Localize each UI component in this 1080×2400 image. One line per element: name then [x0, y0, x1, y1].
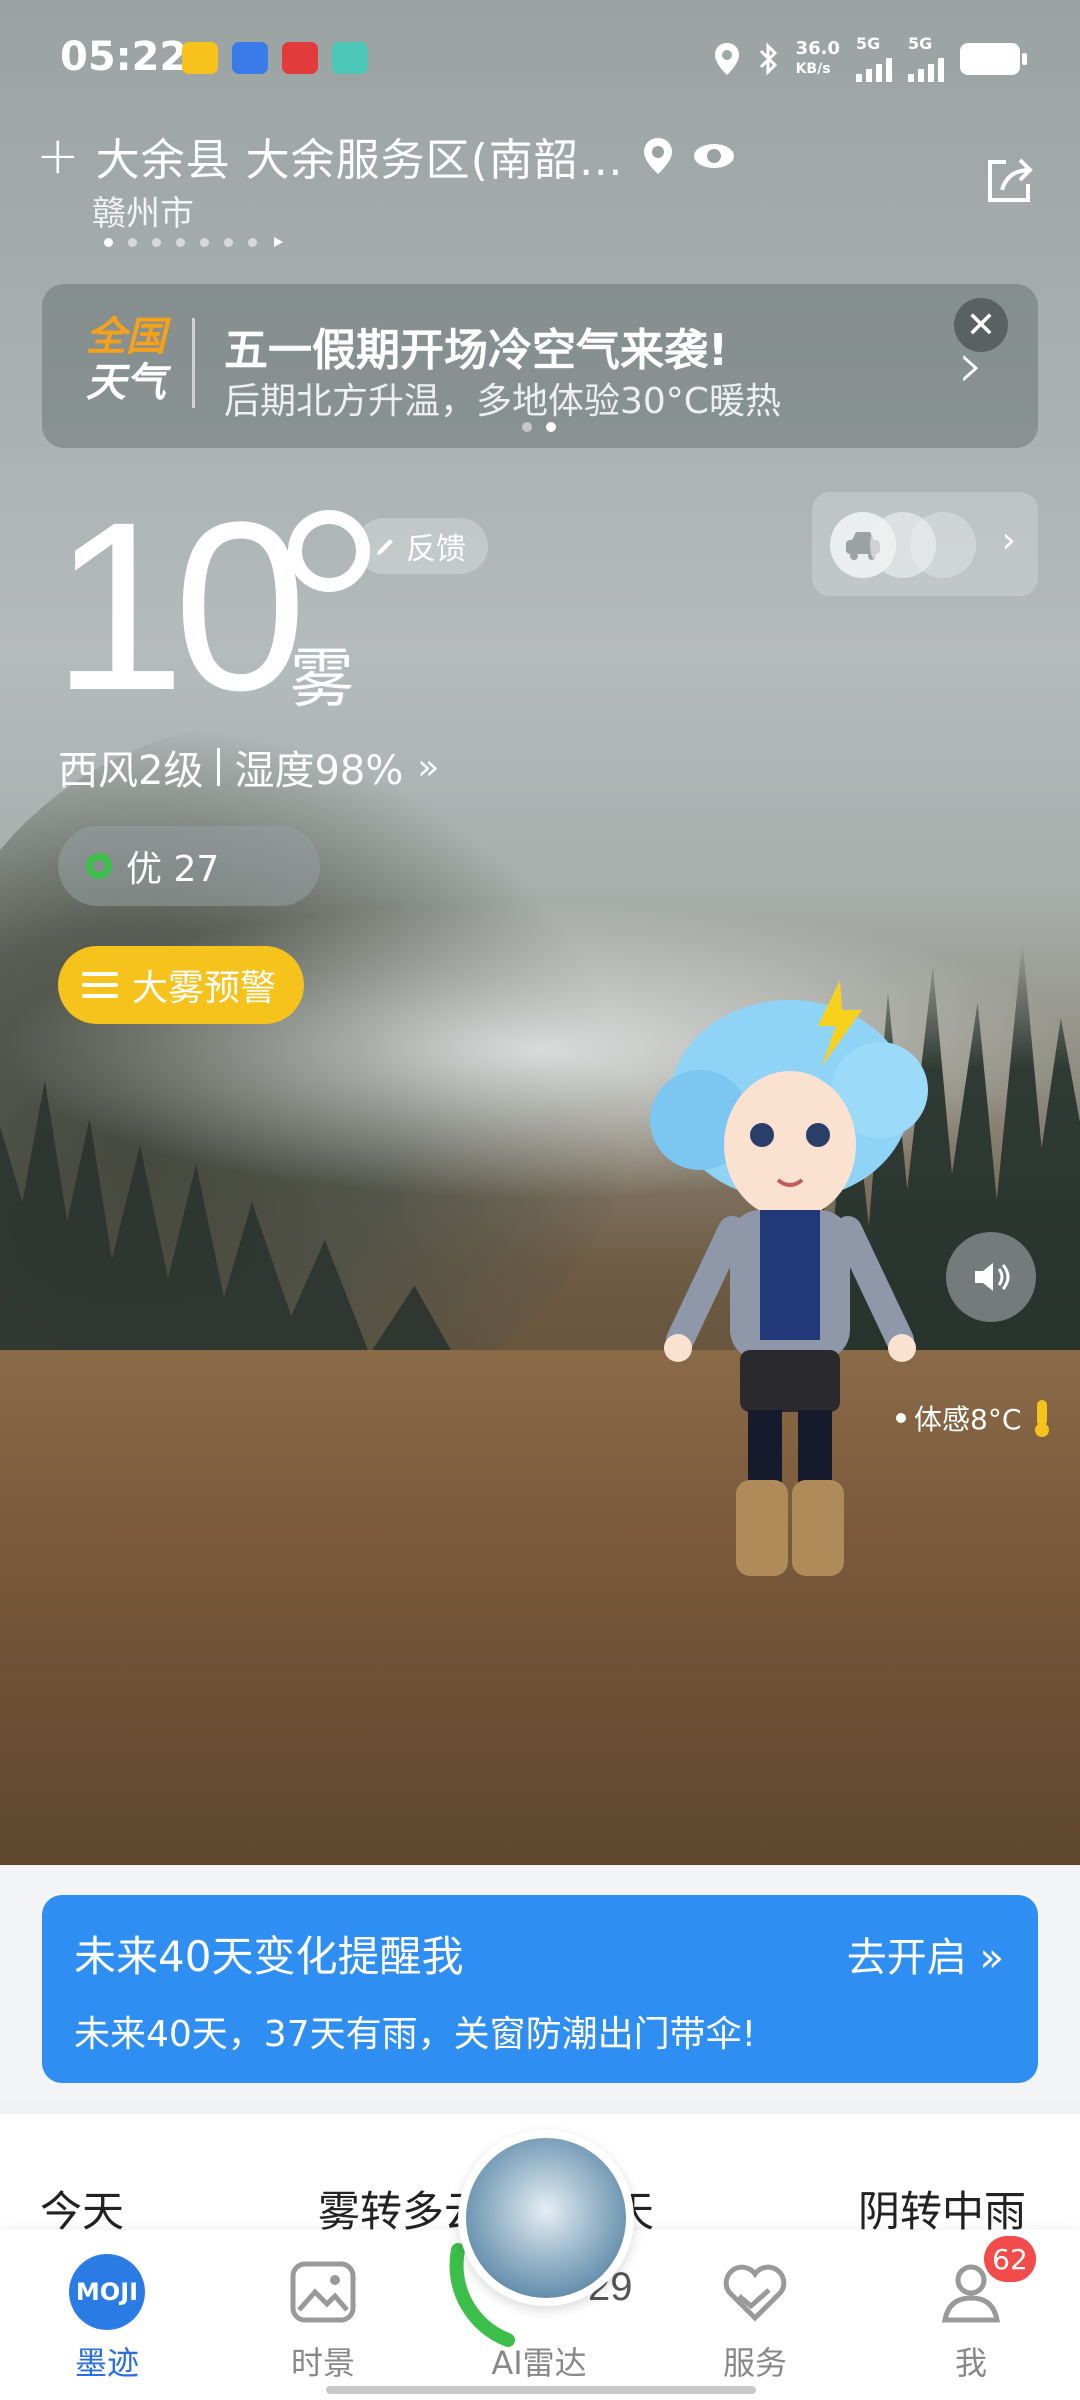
life-index-widget[interactable]: › [812, 492, 1038, 596]
meituan-app-icon [182, 42, 218, 74]
tab-scenes[interactable]: 时景 [248, 2254, 398, 2384]
warning-menu-icon [82, 972, 118, 998]
sim2-signal: 5G [908, 36, 944, 82]
speaker-icon [975, 1263, 1010, 1291]
wind-text: 西风2级 [58, 748, 204, 794]
heart-hands-icon [723, 2264, 787, 2322]
photo-icon [290, 2261, 356, 2323]
status-time: 05:22 [60, 34, 188, 80]
page-dot [104, 237, 113, 247]
double-chevron-icon: » [417, 746, 440, 788]
moji-logo-icon: MOJI [69, 2254, 145, 2330]
banner-dot [522, 422, 532, 432]
battery-icon [960, 43, 1027, 75]
banner-divider [192, 318, 195, 408]
banner-dots [522, 422, 556, 432]
location-status-icon [714, 43, 739, 75]
page-dot [248, 237, 257, 247]
dot-icon [896, 1413, 906, 1423]
enable-reminder-link[interactable]: 去开启 » [847, 1925, 1004, 1983]
logo-line2: 天气 [86, 360, 166, 406]
tab-label: 墨迹 [74, 2344, 139, 2382]
network-speed: 36.0 KB/s [796, 39, 840, 79]
air-quality-pill[interactable]: 优 27 [58, 826, 320, 906]
city-name: 赣州市 [92, 194, 194, 234]
feedback-button[interactable]: 反馈 [356, 518, 488, 574]
tab-label: 服务 [722, 2344, 787, 2382]
page-dot [176, 237, 185, 247]
status-indicators: 36.0 KB/s 5G 5G [712, 36, 1027, 82]
eye-icon[interactable] [692, 142, 736, 170]
share-icon[interactable] [980, 150, 1040, 210]
national-weather-banner[interactable]: 全国 天气 五一假期开场冷空气来袭! 后期北方升温，多地体验30°C暖热 › ✕ [42, 284, 1038, 448]
tab-services[interactable]: 服务 [680, 2254, 830, 2384]
red-app-icon [282, 42, 318, 74]
bluetooth-icon [759, 42, 777, 76]
reminder-subtitle: 未来40天，37天有雨，关窗防潮出门带伞! [74, 2014, 757, 2055]
banner-title: 五一假期开场冷空气来袭! [224, 325, 729, 376]
location-pin-icon [643, 138, 672, 174]
warning-label: 大雾预警 [132, 968, 277, 1009]
notification-icons [182, 42, 368, 74]
chevron-right-icon: › [1001, 520, 1016, 561]
page-dot [128, 237, 137, 247]
teal-app-icon [332, 42, 368, 74]
blue-app-icon [232, 42, 268, 74]
tab-label: 我 [954, 2344, 987, 2382]
voice-broadcast-button[interactable] [946, 1232, 1036, 1322]
page-dot [200, 237, 209, 247]
close-icon[interactable]: ✕ [954, 298, 1008, 352]
location-name[interactable]: 大余县 大余服务区(南韶… [96, 124, 624, 188]
current-temperature: 10 [52, 472, 307, 740]
aqi-label: 优 27 [126, 849, 220, 890]
home-indicator[interactable] [326, 2386, 756, 2394]
umbrella-icon [910, 512, 976, 578]
status-bar: 05:22 36.0 KB/s 5G 5G [0, 0, 1080, 120]
reminder-title: 未来40天变化提醒我 [74, 1932, 464, 1981]
weather-condition: 雾 [290, 643, 354, 717]
notification-badge: 62 [984, 2236, 1036, 2282]
national-weather-logo: 全国 天气 [86, 314, 182, 406]
logo-line1: 全国 [86, 314, 166, 360]
page-dot [152, 237, 161, 247]
city-page-dots [104, 236, 284, 248]
feedback-label: 反馈 [406, 532, 466, 567]
location-header: + 大余县 大余服务区(南韶… [36, 124, 736, 188]
banner-subtitle: 后期北方升温，多地体验30°C暖热 [224, 381, 781, 422]
ai-radar-globe-button[interactable] [458, 2130, 634, 2306]
forty-day-reminder-card[interactable]: 未来40天变化提醒我 去开启 » 未来40天，37天有雨，关窗防潮出门带伞! [42, 1895, 1038, 2083]
net-speed-value: 36.0 [795, 38, 840, 59]
add-city-icon[interactable]: + [36, 130, 80, 182]
feels-like-text: 体感8°C [914, 1403, 1022, 1436]
feels-like-indicator: 体感8°C [896, 1398, 1055, 1438]
tab-moji[interactable]: MOJI 墨迹 [32, 2254, 182, 2384]
fog-warning-button[interactable]: 大雾预警 [58, 946, 305, 1024]
signal-bars-icon [856, 52, 892, 82]
tab-label: 时景 [290, 2344, 355, 2382]
double-chevron-icon: » [979, 1935, 1004, 1981]
signal-bars-icon [908, 52, 944, 82]
sim1-label: 5G [856, 34, 881, 53]
weather-avatar-character[interactable] [640, 980, 940, 1600]
wind-humidity-row[interactable]: 西风2级 湿度98% » [58, 738, 439, 796]
sim1-signal: 5G [856, 36, 892, 82]
play-triangle-icon [274, 237, 283, 247]
page-dot [224, 237, 233, 247]
banner-dot [546, 422, 556, 432]
enable-reminder-label: 去开启 [846, 1935, 967, 1981]
aqi-ring-icon [86, 853, 112, 879]
sim2-label: 5G [908, 34, 933, 53]
pencil-icon [377, 539, 393, 555]
humidity-text: 湿度98% [234, 748, 404, 794]
thermometer-sun-icon [1035, 1400, 1050, 1437]
separator [217, 748, 221, 786]
net-speed-unit: KB/s [795, 61, 831, 77]
